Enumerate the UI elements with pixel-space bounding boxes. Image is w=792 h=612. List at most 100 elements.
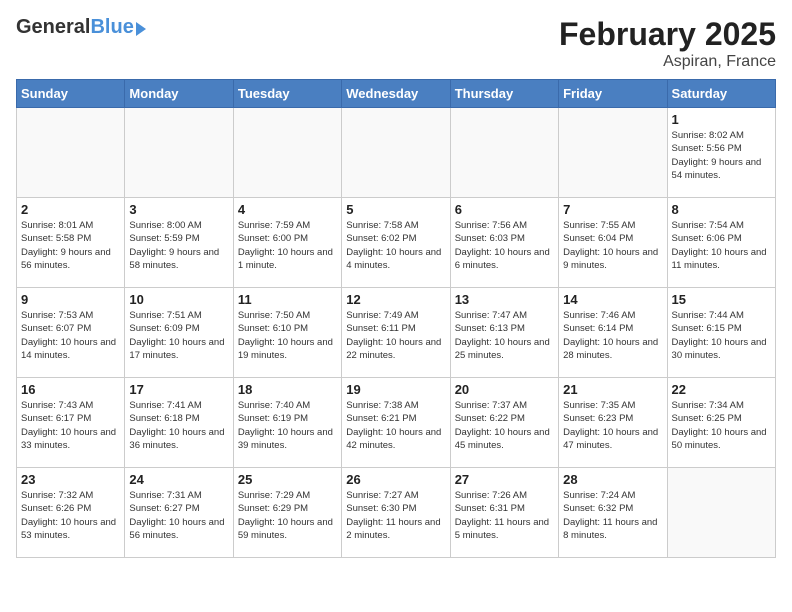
day-number: 6 (455, 202, 554, 217)
title-block: February 2025 Aspiran, France (559, 16, 776, 71)
calendar-cell-1-7: 1 Sunrise: 8:02 AM Sunset: 5:56 PM Daylig… (667, 108, 775, 198)
day-number: 18 (238, 382, 337, 397)
day-info: Sunrise: 7:46 AM Sunset: 6:14 PM Dayligh… (563, 309, 662, 362)
calendar-table: SundayMondayTuesdayWednesdayThursdayFrid… (16, 79, 776, 558)
calendar-cell-1-2 (125, 108, 233, 198)
day-info: Sunrise: 7:41 AM Sunset: 6:18 PM Dayligh… (129, 399, 228, 452)
day-info: Sunrise: 7:34 AM Sunset: 6:25 PM Dayligh… (672, 399, 771, 452)
day-info: Sunrise: 7:27 AM Sunset: 6:30 PM Dayligh… (346, 489, 445, 542)
calendar-cell-1-4 (342, 108, 450, 198)
logo-general-text: General (16, 16, 90, 39)
logo-arrow-icon (136, 22, 146, 36)
week-row-3: 9 Sunrise: 7:53 AM Sunset: 6:07 PM Daylig… (17, 288, 776, 378)
calendar-cell-3-4: 12 Sunrise: 7:49 AM Sunset: 6:11 PM Dayli… (342, 288, 450, 378)
day-info: Sunrise: 7:50 AM Sunset: 6:10 PM Dayligh… (238, 309, 337, 362)
day-number: 2 (21, 202, 120, 217)
day-number: 25 (238, 472, 337, 487)
calendar-cell-4-2: 17 Sunrise: 7:41 AM Sunset: 6:18 PM Dayli… (125, 378, 233, 468)
calendar-cell-2-3: 4Sunrise: 7:59 AM Sunset: 6:00 PM Daylig… (233, 198, 341, 288)
subtitle: Aspiran, France (559, 53, 776, 71)
calendar-cell-5-2: 24 Sunrise: 7:31 AM Sunset: 6:27 PM Dayli… (125, 468, 233, 558)
day-info: Sunrise: 7:54 AM Sunset: 6:06 PM Dayligh… (672, 219, 771, 272)
day-number: 24 (129, 472, 228, 487)
day-number: 27 (455, 472, 554, 487)
calendar-cell-5-3: 25 Sunrise: 7:29 AM Sunset: 6:29 PM Dayli… (233, 468, 341, 558)
weekday-header-thursday: Thursday (450, 80, 558, 108)
day-number: 13 (455, 292, 554, 307)
day-number: 11 (238, 292, 337, 307)
weekday-header-wednesday: Wednesday (342, 80, 450, 108)
weekday-header-saturday: Saturday (667, 80, 775, 108)
day-number: 14 (563, 292, 662, 307)
main-title: February 2025 (559, 16, 776, 53)
day-info: Sunrise: 7:49 AM Sunset: 6:11 PM Dayligh… (346, 309, 445, 362)
week-row-4: 16 Sunrise: 7:43 AM Sunset: 6:17 PM Dayli… (17, 378, 776, 468)
calendar-cell-2-4: 5 Sunrise: 7:58 AM Sunset: 6:02 PM Daylig… (342, 198, 450, 288)
calendar-cell-3-7: 15 Sunrise: 7:44 AM Sunset: 6:15 PM Dayli… (667, 288, 775, 378)
week-row-2: 2Sunrise: 8:01 AM Sunset: 5:58 PM Daylig… (17, 198, 776, 288)
week-row-1: 1 Sunrise: 8:02 AM Sunset: 5:56 PM Daylig… (17, 108, 776, 198)
day-info: Sunrise: 7:44 AM Sunset: 6:15 PM Dayligh… (672, 309, 771, 362)
logo-blue-text: Blue (90, 16, 133, 39)
day-info: Sunrise: 7:53 AM Sunset: 6:07 PM Dayligh… (21, 309, 120, 362)
day-info: Sunrise: 7:32 AM Sunset: 6:26 PM Dayligh… (21, 489, 120, 542)
day-info: Sunrise: 7:29 AM Sunset: 6:29 PM Dayligh… (238, 489, 337, 542)
calendar-cell-1-5 (450, 108, 558, 198)
day-number: 1 (672, 112, 771, 127)
weekday-header-tuesday: Tuesday (233, 80, 341, 108)
calendar-cell-2-5: 6 Sunrise: 7:56 AM Sunset: 6:03 PM Daylig… (450, 198, 558, 288)
day-info: Sunrise: 7:24 AM Sunset: 6:32 PM Dayligh… (563, 489, 662, 542)
day-number: 3 (129, 202, 228, 217)
day-info: Sunrise: 7:58 AM Sunset: 6:02 PM Dayligh… (346, 219, 445, 272)
day-number: 12 (346, 292, 445, 307)
calendar-cell-1-6 (559, 108, 667, 198)
day-info: Sunrise: 8:00 AM Sunset: 5:59 PM Dayligh… (129, 219, 228, 272)
calendar-cell-5-4: 26Sunrise: 7:27 AM Sunset: 6:30 PM Dayli… (342, 468, 450, 558)
day-info: Sunrise: 7:35 AM Sunset: 6:23 PM Dayligh… (563, 399, 662, 452)
calendar-cell-5-1: 23 Sunrise: 7:32 AM Sunset: 6:26 PM Dayli… (17, 468, 125, 558)
calendar-cell-3-3: 11 Sunrise: 7:50 AM Sunset: 6:10 PM Dayli… (233, 288, 341, 378)
calendar-cell-4-4: 19 Sunrise: 7:38 AM Sunset: 6:21 PM Dayli… (342, 378, 450, 468)
day-number: 28 (563, 472, 662, 487)
day-info: Sunrise: 8:02 AM Sunset: 5:56 PM Dayligh… (672, 129, 771, 182)
day-number: 8 (672, 202, 771, 217)
day-info: Sunrise: 7:31 AM Sunset: 6:27 PM Dayligh… (129, 489, 228, 542)
calendar-cell-2-6: 7Sunrise: 7:55 AM Sunset: 6:04 PM Daylig… (559, 198, 667, 288)
day-info: Sunrise: 7:40 AM Sunset: 6:19 PM Dayligh… (238, 399, 337, 452)
calendar-cell-5-6: 28 Sunrise: 7:24 AM Sunset: 6:32 PM Dayli… (559, 468, 667, 558)
calendar-cell-3-6: 14 Sunrise: 7:46 AM Sunset: 6:14 PM Dayli… (559, 288, 667, 378)
weekday-header-friday: Friday (559, 80, 667, 108)
calendar-cell-4-6: 21 Sunrise: 7:35 AM Sunset: 6:23 PM Dayli… (559, 378, 667, 468)
calendar-cell-2-1: 2Sunrise: 8:01 AM Sunset: 5:58 PM Daylig… (17, 198, 125, 288)
day-number: 22 (672, 382, 771, 397)
day-info: Sunrise: 7:43 AM Sunset: 6:17 PM Dayligh… (21, 399, 120, 452)
calendar-cell-5-7 (667, 468, 775, 558)
day-info: Sunrise: 7:56 AM Sunset: 6:03 PM Dayligh… (455, 219, 554, 272)
calendar-cell-3-2: 10Sunrise: 7:51 AM Sunset: 6:09 PM Dayli… (125, 288, 233, 378)
day-number: 9 (21, 292, 120, 307)
day-number: 4 (238, 202, 337, 217)
calendar-cell-3-5: 13 Sunrise: 7:47 AM Sunset: 6:13 PM Dayli… (450, 288, 558, 378)
calendar-cell-5-5: 27 Sunrise: 7:26 AM Sunset: 6:31 PM Dayli… (450, 468, 558, 558)
day-info: Sunrise: 7:47 AM Sunset: 6:13 PM Dayligh… (455, 309, 554, 362)
calendar-header-row: SundayMondayTuesdayWednesdayThursdayFrid… (17, 80, 776, 108)
day-number: 5 (346, 202, 445, 217)
calendar-cell-1-1 (17, 108, 125, 198)
week-row-5: 23 Sunrise: 7:32 AM Sunset: 6:26 PM Dayli… (17, 468, 776, 558)
day-number: 17 (129, 382, 228, 397)
calendar-cell-3-1: 9 Sunrise: 7:53 AM Sunset: 6:07 PM Daylig… (17, 288, 125, 378)
day-number: 23 (21, 472, 120, 487)
calendar-cell-2-7: 8 Sunrise: 7:54 AM Sunset: 6:06 PM Daylig… (667, 198, 775, 288)
calendar-cell-1-3 (233, 108, 341, 198)
day-number: 21 (563, 382, 662, 397)
day-info: Sunrise: 7:38 AM Sunset: 6:21 PM Dayligh… (346, 399, 445, 452)
weekday-header-sunday: Sunday (17, 80, 125, 108)
day-number: 16 (21, 382, 120, 397)
day-number: 15 (672, 292, 771, 307)
day-info: Sunrise: 7:26 AM Sunset: 6:31 PM Dayligh… (455, 489, 554, 542)
day-number: 20 (455, 382, 554, 397)
logo: General Blue (16, 16, 146, 39)
weekday-header-monday: Monday (125, 80, 233, 108)
day-number: 19 (346, 382, 445, 397)
calendar-cell-4-3: 18 Sunrise: 7:40 AM Sunset: 6:19 PM Dayli… (233, 378, 341, 468)
